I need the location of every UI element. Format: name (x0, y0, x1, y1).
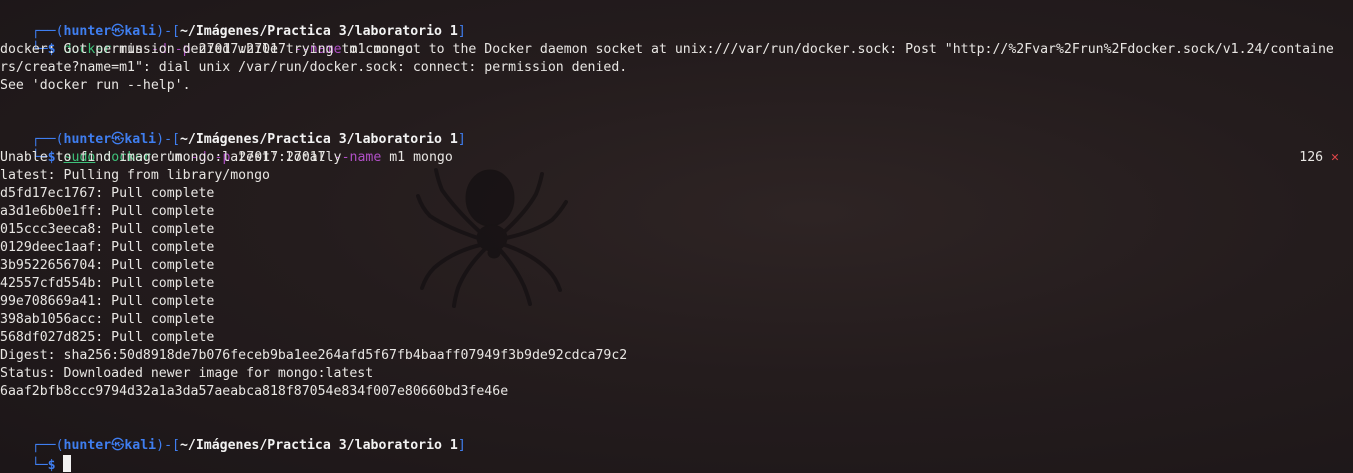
exit-status: 126 ✕ (1268, 131, 1339, 165)
output-line: latest: Pulling from library/mongo (0, 168, 270, 183)
output-line: Digest: sha256:50d8918de7b076feceb9ba1ee… (0, 348, 628, 363)
prompt-line-3: ┌──(hunter㉿kali)-[~/Imágenes/Practica 3/… (31, 438, 466, 453)
error-x-icon: ✕ (1331, 150, 1339, 165)
output-line: See 'docker run --help'. (0, 78, 191, 93)
prompt-host: kali (124, 438, 157, 453)
command-line-1: └─$ docker run -d -p 27017:27017 --name … (31, 42, 414, 57)
exit-code: 126 (1299, 150, 1324, 165)
command-line-2: └─$ sudo docker run -d -p 27017:27017 --… (31, 150, 453, 165)
output-line: Unable to find image 'mongo:latest' loca… (0, 150, 342, 165)
prompt-path: ~/Imágenes/Practica 3/laboratorio 1 (179, 438, 458, 453)
output-line: d5fd17ec1767: Pull complete (0, 186, 215, 201)
output-line: 6aaf2bfb8ccc9794d32a1a3da57aeabca818f870… (0, 384, 509, 399)
prompt-line-2: ┌──(hunter㉿kali)-[~/Imágenes/Practica 3/… (31, 132, 466, 147)
text-cursor[interactable] (62, 455, 71, 472)
output-line: 568df027d825: Pull complete (0, 330, 215, 345)
output-line: rs/create?name=m1": dial unix /var/run/d… (0, 60, 628, 75)
command-line-3[interactable]: └─$ (0, 437, 71, 473)
output-line: 99e708669a41: Pull complete (0, 294, 215, 309)
prompt-dollar: $ (47, 458, 56, 473)
prompt-at-symbol: ㉿ (111, 438, 125, 453)
arg-container-name: m1 (389, 150, 406, 165)
output-line: 3b9522656704: Pull complete (0, 258, 215, 273)
output-line: 398ab1056acc: Pull complete (0, 312, 215, 327)
output-line: 42557cfd554b: Pull complete (0, 276, 215, 291)
prompt-user: hunter (63, 438, 112, 453)
output-line: 015ccc3eeca8: Pull complete (0, 222, 215, 237)
terminal-window[interactable]: ┌──(hunter㉿kali)-[~/Imágenes/Practica 3/… (0, 0, 1353, 473)
output-line: 0129deec1aaf: Pull complete (0, 240, 215, 255)
output-line: a3d1e6b0e1ff: Pull complete (0, 204, 215, 219)
output-line: docker: Got permission denied while tryi… (0, 42, 1334, 57)
prompt-line-1: ┌──(hunter㉿kali)-[~/Imágenes/Practica 3/… (31, 24, 466, 39)
spider-wallpaper-icon (416, 168, 568, 308)
output-line: Status: Downloaded newer image for mongo… (0, 366, 374, 381)
